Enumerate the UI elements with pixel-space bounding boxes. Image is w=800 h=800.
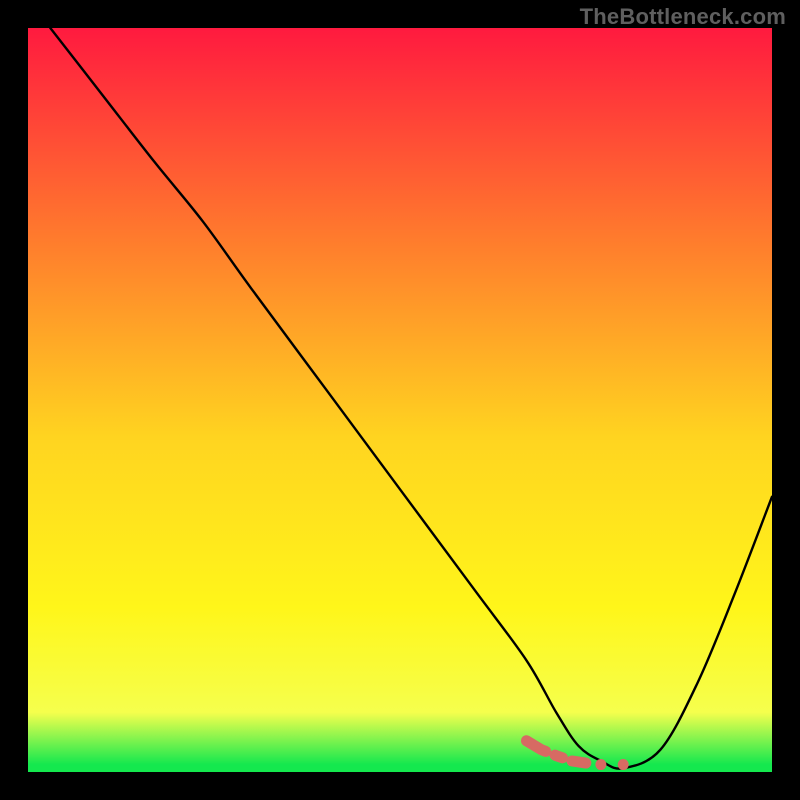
highlight-dot — [595, 759, 606, 770]
plot-area — [28, 28, 772, 772]
watermark-text: TheBottleneck.com — [580, 4, 786, 30]
highlight-dot — [618, 759, 629, 770]
chart-svg — [28, 28, 772, 772]
gradient-background — [28, 28, 772, 772]
chart-container: TheBottleneck.com — [0, 0, 800, 800]
